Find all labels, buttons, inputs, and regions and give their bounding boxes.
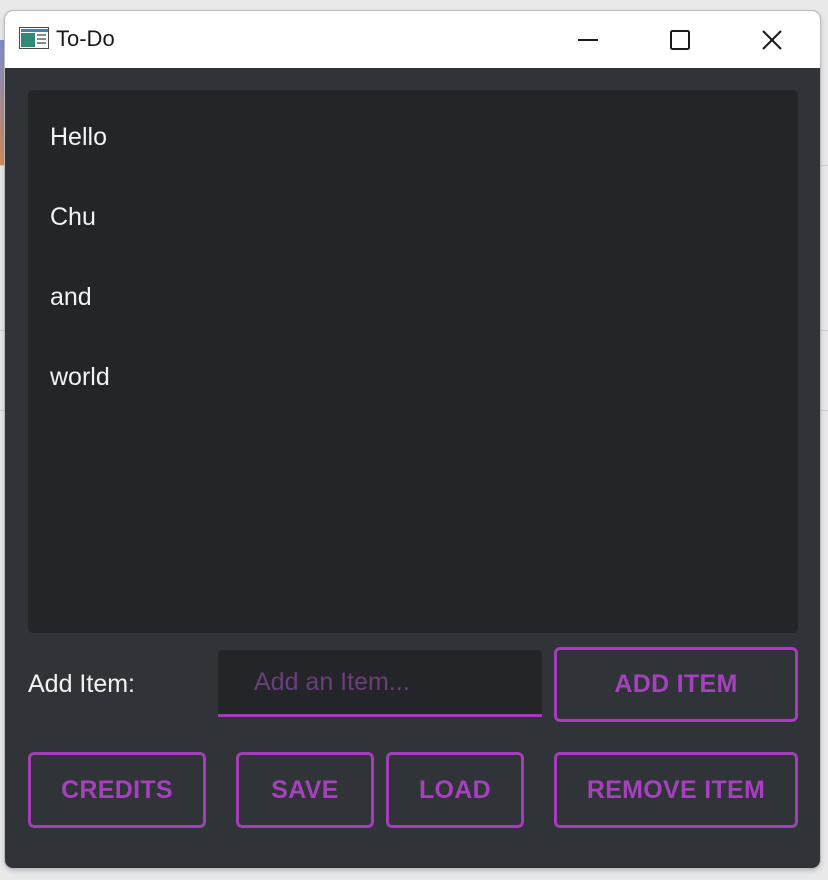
save-button[interactable]: SAVE (236, 752, 374, 828)
list-item[interactable]: Chu (50, 202, 96, 232)
close-button[interactable] (726, 11, 818, 68)
load-button[interactable]: LOAD (386, 752, 524, 828)
todo-list[interactable]: Hello Chu and world (28, 90, 798, 633)
maximize-button[interactable] (634, 11, 726, 68)
close-icon (762, 29, 782, 50)
credits-button[interactable]: CREDITS (28, 752, 206, 828)
add-item-input[interactable] (218, 650, 542, 714)
list-item[interactable]: Hello (50, 122, 107, 152)
title-bar[interactable]: To-Do (5, 11, 820, 68)
add-item-button[interactable]: ADD ITEM (554, 647, 798, 722)
maximize-icon (670, 29, 690, 50)
minimize-icon (578, 38, 598, 41)
todo-window: To-Do Hello Chu and world Add Item: ADD … (5, 11, 820, 868)
list-item[interactable]: and (50, 282, 92, 312)
add-item-field[interactable] (218, 650, 542, 717)
minimize-button[interactable] (542, 11, 634, 68)
remove-item-button[interactable]: REMOVE ITEM (554, 752, 798, 828)
add-item-label: Add Item: (28, 670, 135, 698)
app-window-icon (19, 27, 49, 49)
window-title: To-Do (56, 26, 115, 51)
list-item[interactable]: world (50, 362, 110, 392)
